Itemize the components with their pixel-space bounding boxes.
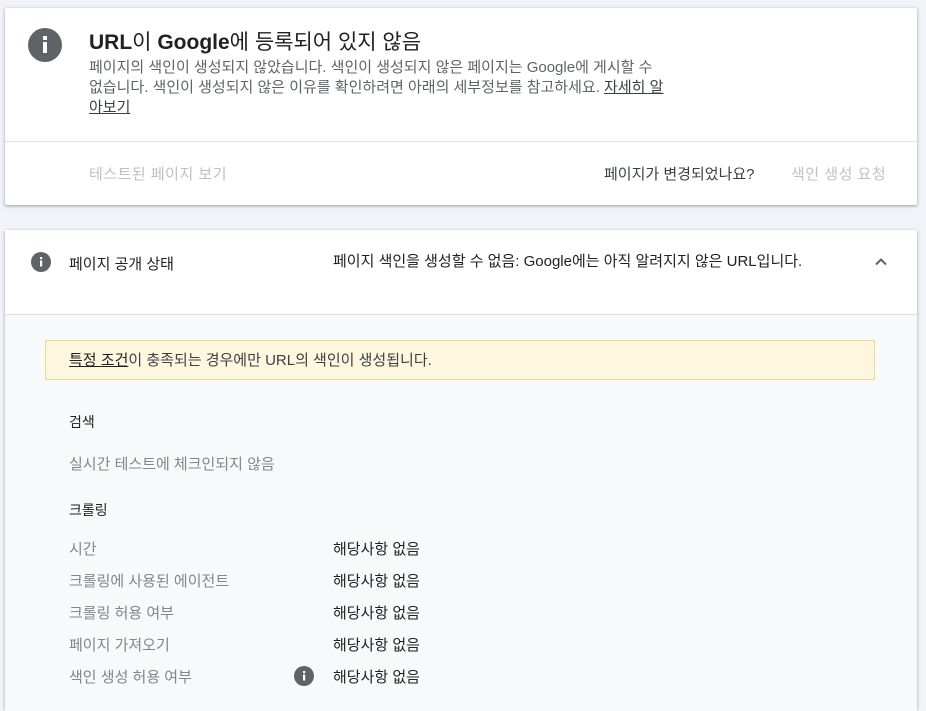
chevron-up-icon[interactable] [871, 252, 891, 272]
search-status-value: 실시간 테스트에 체크인되지 않음 [69, 456, 275, 473]
indexing-allowed-label: 색인 생성 허용 여부 [69, 669, 192, 686]
request-indexing-button[interactable]: 색인 생성 요청 [791, 163, 886, 184]
indexing-allowed-value: 해당사항 없음 [333, 669, 420, 686]
info-icon [28, 28, 62, 62]
info-icon[interactable] [294, 666, 314, 686]
crawl-time-label: 시간 [69, 541, 97, 558]
crawl-time-value: 해당사항 없음 [333, 541, 420, 558]
crawl-allowed-label: 크롤링 허용 여부 [69, 605, 174, 622]
crawl-agent-label: 크롤링에 사용된 에이전트 [69, 573, 230, 590]
page-fetch-label: 페이지 가져오기 [69, 637, 170, 654]
page-visibility-card: 페이지 공개 상태 페이지 색인을 생성할 수 없음: Google에는 아직 … [5, 230, 917, 711]
index-status-card: URL이 Google에 등록되어 있지 않음 페이지의 색인이 생성되지 않았… [5, 8, 917, 205]
status-description: 페이지의 색인이 생성되지 않았습니다. 색인이 생성되지 않은 페이지는 Go… [89, 59, 664, 116]
specific-conditions-link[interactable]: 특정 조건 [69, 352, 128, 369]
info-icon [31, 252, 51, 272]
conditions-notice: 특정 조건이 충족되는 경우에만 URL의 색인이 생성됩니다. [45, 340, 875, 380]
crawl-section-title: 크롤링 [69, 502, 108, 518]
page-visibility-label: 페이지 공개 상태 [69, 256, 174, 273]
page-visibility-header[interactable]: 페이지 공개 상태 페이지 색인을 생성할 수 없음: Google에는 아직 … [5, 230, 917, 314]
search-section-title: 검색 [69, 414, 95, 430]
page-changed-label: 페이지가 변경되었나요? [604, 166, 755, 183]
view-tested-page-button[interactable]: 테스트된 페이지 보기 [89, 163, 227, 184]
divider [5, 141, 917, 142]
page-visibility-value: 페이지 색인을 생성할 수 없음: Google에는 아직 알려지지 않은 UR… [333, 253, 803, 270]
page-fetch-value: 해당사항 없음 [333, 637, 420, 654]
status-title: URL이 Google에 등록되어 있지 않음 [89, 31, 422, 54]
crawl-agent-value: 해당사항 없음 [333, 573, 420, 590]
page-visibility-details: 특정 조건이 충족되는 경우에만 URL의 색인이 생성됩니다. 검색 실시간 … [5, 314, 917, 711]
crawl-allowed-value: 해당사항 없음 [333, 605, 420, 622]
